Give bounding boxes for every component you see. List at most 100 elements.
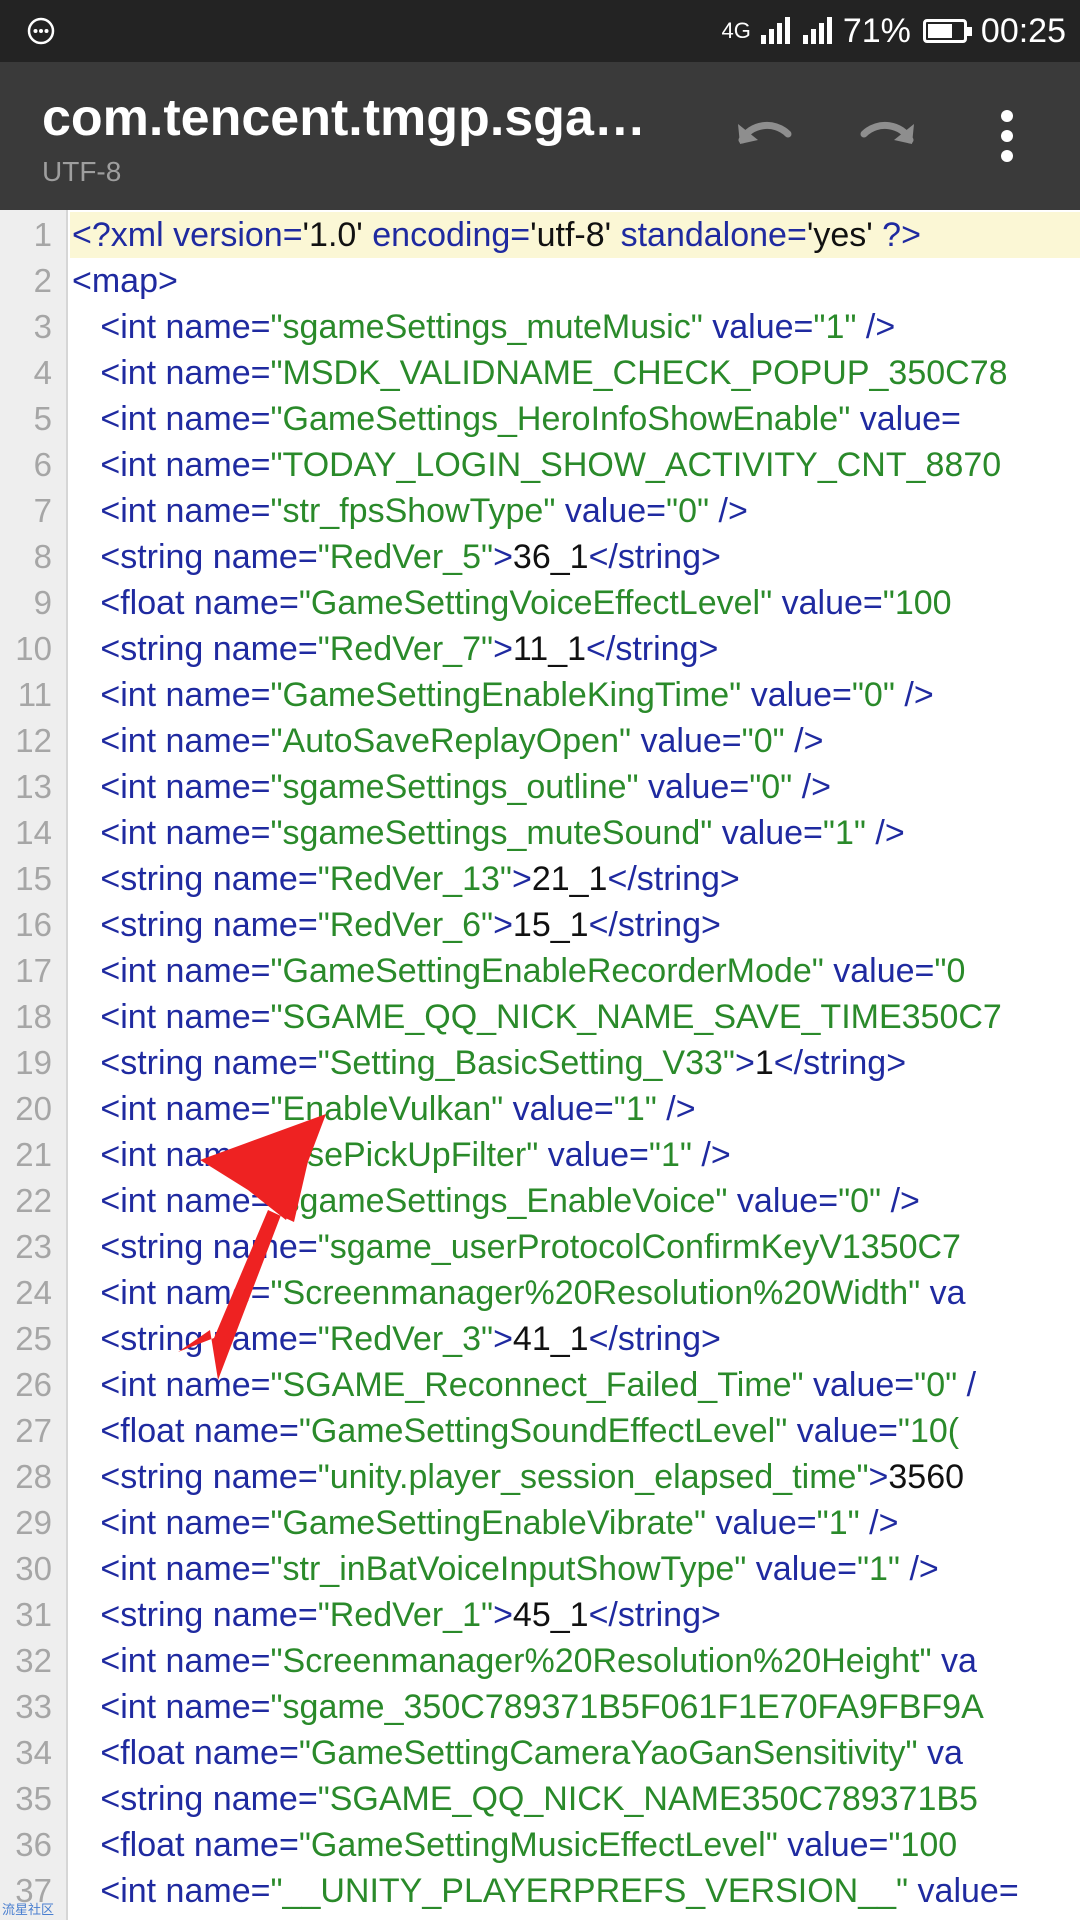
code-line[interactable]: 16 <string name="RedVer_6">15_1</string> xyxy=(0,902,1080,948)
code-line[interactable]: 11 <int name="GameSettingEnableKingTime"… xyxy=(0,672,1080,718)
xml-tag-token: <int name= xyxy=(72,1090,271,1128)
code-editor[interactable]: 1 <?xml version='1.0' encoding='utf-8' st… xyxy=(0,210,1080,1920)
line-code: <int name="Screenmanager%20Resolution%20… xyxy=(70,1270,1080,1316)
xml-string-token: "GameSettingMusicEffectLevel" xyxy=(298,1826,778,1864)
code-line[interactable]: 21 <int name="UsePickUpFilter" value="1"… xyxy=(0,1132,1080,1178)
line-number: 18 xyxy=(15,998,52,1035)
line-number: 3 xyxy=(33,308,52,345)
file-encoding[interactable]: UTF-8 xyxy=(42,156,121,188)
xml-string-token: "GameSettingSoundEffectLevel" xyxy=(298,1412,788,1450)
code-line[interactable]: 15 <string name="RedVer_13">21_1</string… xyxy=(0,856,1080,902)
code-line[interactable]: 34 <float name="GameSettingCameraYaoGanS… xyxy=(0,1730,1080,1776)
app-toolbar: com.tencent.tmgp.sgam… UTF-8 xyxy=(0,62,1080,210)
watermark-text: 流星社区 xyxy=(2,1902,55,1917)
line-code: <int name="sgameSettings_outline" value=… xyxy=(70,764,1080,810)
code-line[interactable]: 35 <string name="SGAME_QQ_NICK_NAME350C7… xyxy=(0,1776,1080,1822)
code-line[interactable]: 26 <int name="SGAME_Reconnect_Failed_Tim… xyxy=(0,1362,1080,1408)
line-code: <string name="RedVer_5">36_1</string> xyxy=(70,534,1080,580)
line-number: 27 xyxy=(15,1412,52,1449)
xml-tag-token: value= xyxy=(638,768,750,806)
code-line[interactable]: 12 <int name="AutoSaveReplayOpen" value=… xyxy=(0,718,1080,764)
xml-tag-token: <string name= xyxy=(72,906,318,944)
line-code: <string name="RedVer_6">15_1</string> xyxy=(70,902,1080,948)
code-line[interactable]: 19 <string name="Setting_BasicSetting_V3… xyxy=(0,1040,1080,1086)
code-line[interactable]: 23 <string name="sgame_userProtocolConfi… xyxy=(0,1224,1080,1270)
code-line[interactable]: 10 <string name="RedVer_7">11_1</string> xyxy=(0,626,1080,672)
redo-icon[interactable] xyxy=(852,100,924,172)
xml-string-token: "RedVer_1" xyxy=(317,1596,494,1634)
code-line[interactable]: 13 <int name="sgameSettings_outline" val… xyxy=(0,764,1080,810)
line-number: 25 xyxy=(15,1320,52,1357)
xml-tag-token: <float name= xyxy=(72,1412,299,1450)
signal-icon xyxy=(802,17,832,44)
code-line[interactable]: 2 <map> xyxy=(0,258,1080,304)
code-line[interactable]: 6 <int name="TODAY_LOGIN_SHOW_ACTIVITY_C… xyxy=(0,442,1080,488)
code-line[interactable]: 37 <int name="__UNITY_PLAYERPREFS_VERSIO… xyxy=(0,1868,1080,1914)
more-vert-icon[interactable] xyxy=(982,100,1032,172)
xml-string-token: "1" xyxy=(813,308,857,346)
network-type: 4G xyxy=(721,18,751,43)
xml-tag-token: /> xyxy=(881,1182,920,1220)
xml-text-token: 3560 xyxy=(888,1458,965,1496)
code-line[interactable]: 7 <int name="str_fpsShowType" value="0" … xyxy=(0,488,1080,534)
xml-tag-token: <string name= xyxy=(72,860,318,898)
code-line[interactable]: 25 <string name="RedVer_3">41_1</string> xyxy=(0,1316,1080,1362)
xml-tag-token: value= xyxy=(503,1090,614,1128)
code-line[interactable]: 22 <int name="sgameSettings_EnableVoice"… xyxy=(0,1178,1080,1224)
xml-tag-token: </string> xyxy=(586,630,719,668)
line-code: <string name="SGAME_QQ_NICK_NAME350C7893… xyxy=(70,1776,1080,1822)
code-line[interactable]: 1 <?xml version='1.0' encoding='utf-8' st… xyxy=(0,212,1080,258)
line-code: <?xml version='1.0' encoding='utf-8' sta… xyxy=(70,212,1080,258)
xml-string-token: "GameSettings_HeroInfoShowEnable" xyxy=(270,400,851,438)
code-line[interactable]: 30 <int name="str_inBatVoiceInputShowTyp… xyxy=(0,1546,1080,1592)
xml-text-token: 'yes' xyxy=(806,216,883,254)
xml-tag-token: <int name= xyxy=(72,354,271,392)
xml-tag-token: encoding= xyxy=(372,216,531,254)
code-line[interactable]: 32 <int name="Screenmanager%20Resolution… xyxy=(0,1638,1080,1684)
line-number: 10 xyxy=(15,630,52,667)
line-number: 22 xyxy=(15,1182,52,1219)
code-line[interactable]: 9 <float name="GameSettingVoiceEffectLev… xyxy=(0,580,1080,626)
code-line[interactable]: 3 <int name="sgameSettings_muteMusic" va… xyxy=(0,304,1080,350)
code-line[interactable]: 27 <float name="GameSettingSoundEffectLe… xyxy=(0,1408,1080,1454)
xml-tag-token: value= xyxy=(712,814,823,852)
xml-string-token: "GameSettingVoiceEffectLevel" xyxy=(298,584,773,622)
xml-tag-token: value= xyxy=(850,400,961,438)
line-code: <float name="GameSettingMusicEffectLevel… xyxy=(70,1822,1080,1868)
xml-tag-token: <string name= xyxy=(72,1458,318,1496)
xml-text-token: 11_1 xyxy=(512,630,587,668)
code-line[interactable]: 18 <int name="SGAME_QQ_NICK_NAME_SAVE_TI… xyxy=(0,994,1080,1040)
xml-tag-token: <float name= xyxy=(72,1734,299,1772)
xml-tag-token: > xyxy=(493,1596,513,1634)
code-line[interactable]: 14 <int name="sgameSettings_muteSound" v… xyxy=(0,810,1080,856)
xml-string-token: "0" xyxy=(838,1182,882,1220)
code-line[interactable]: 28 <string name="unity.player_session_el… xyxy=(0,1454,1080,1500)
code-line[interactable]: 36 <float name="GameSettingMusicEffectLe… xyxy=(0,1822,1080,1868)
code-line[interactable]: 4 <int name="MSDK_VALIDNAME_CHECK_POPUP_… xyxy=(0,350,1080,396)
code-line[interactable]: 31 <string name="RedVer_1">45_1</string> xyxy=(0,1592,1080,1638)
xml-string-token: "sgame_350C789371B5F061F1E70FA9FBF9A xyxy=(270,1688,984,1726)
xml-string-token: "Screenmanager%20Resolution%20Width" xyxy=(270,1274,921,1312)
code-line[interactable]: 20 <int name="EnableVulkan" value="1" /> xyxy=(0,1086,1080,1132)
xml-tag-token: <?xml version= xyxy=(72,216,303,254)
xml-string-token: "1" xyxy=(856,1550,900,1588)
code-line[interactable]: 8 <string name="RedVer_5">36_1</string> xyxy=(0,534,1080,580)
undo-icon[interactable] xyxy=(728,100,800,172)
xml-string-token: "0" xyxy=(749,768,793,806)
xml-text-token: 45_1 xyxy=(512,1596,589,1634)
line-number: 24 xyxy=(15,1274,52,1311)
xml-tag-token: <int name= xyxy=(72,1182,271,1220)
code-line[interactable]: 17 <int name="GameSettingEnableRecorderM… xyxy=(0,948,1080,994)
xml-text-token: 41_1 xyxy=(512,1320,589,1358)
code-line[interactable]: 5 <int name="GameSettings_HeroInfoShowEn… xyxy=(0,396,1080,442)
line-code: <string name="RedVer_3">41_1</string> xyxy=(70,1316,1080,1362)
code-line[interactable]: 33 <int name="sgame_350C789371B5F061F1E7… xyxy=(0,1684,1080,1730)
line-number: 26 xyxy=(15,1366,52,1403)
code-line[interactable]: 29 <int name="GameSettingEnableVibrate" … xyxy=(0,1500,1080,1546)
xml-tag-token: <int name= xyxy=(72,998,271,1036)
xml-tag-token: / xyxy=(957,1366,977,1404)
xml-string-token: "GameSettingEnableVibrate" xyxy=(270,1504,707,1542)
clock: 00:25 xyxy=(980,11,1066,50)
line-number: 16 xyxy=(15,906,52,943)
code-line[interactable]: 24 <int name="Screenmanager%20Resolution… xyxy=(0,1270,1080,1316)
